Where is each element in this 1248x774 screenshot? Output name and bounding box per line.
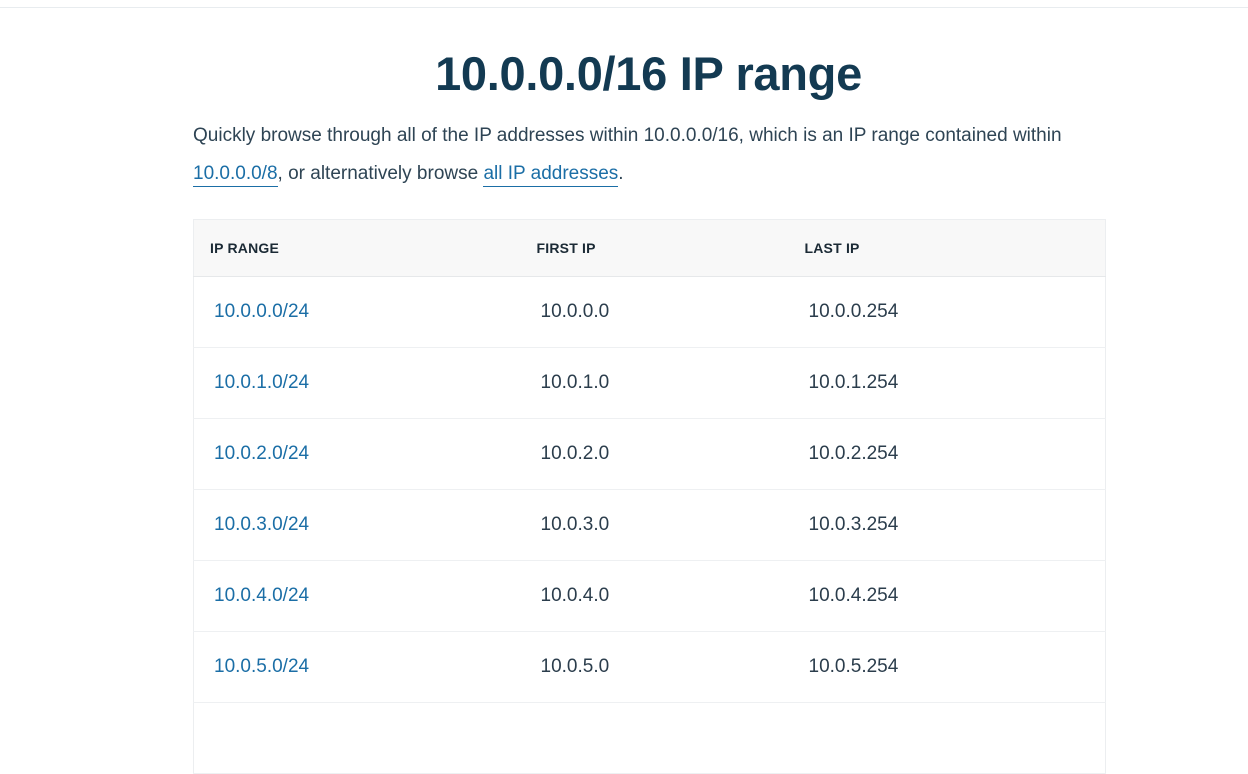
cell-range: 10.0.5.0/24	[194, 632, 521, 703]
cell-first-ip: 10.0.3.0	[540, 514, 610, 535]
cell-first-ip: 10.0.4.0	[540, 585, 610, 606]
cell-first-ip: 10.0.5.0	[540, 656, 610, 677]
table-body: 10.0.0.0/24 10.0.0.0 10.0.0.254 10.0.1.0…	[193, 277, 1106, 774]
cell-last-ip: 10.0.4.254	[808, 585, 899, 606]
range-link[interactable]: 10.0.1.0/24	[214, 372, 309, 393]
cell-first-ip: 10.0.2.0	[540, 443, 610, 464]
cell-range: 10.0.4.0/24	[194, 561, 521, 632]
cell-range: 10.0.3.0/24	[194, 490, 521, 561]
cell-last-ip: 10.0.5.254	[808, 656, 899, 677]
intro-paragraph: Quickly browse through all of the IP add…	[193, 117, 1105, 193]
cell-range: 10.0.0.0/24	[194, 277, 521, 348]
top-divider	[0, 7, 1248, 8]
cell-last-ip: 10.0.0.254	[808, 301, 899, 322]
intro-text-after: .	[618, 163, 624, 184]
table-row: 10.0.1.0/24 10.0.1.0 10.0.1.254	[193, 348, 1106, 419]
header-last-ip: LAST IP	[804, 240, 860, 256]
all-ip-addresses-link[interactable]: all IP addresses	[483, 163, 619, 187]
cell-first-ip: 10.0.0.0	[540, 301, 610, 322]
cell-first-ip: 10.0.1.0	[540, 372, 610, 393]
table-header: IP RANGE FIRST IP LAST IP	[193, 219, 1106, 277]
table-row: 10.0.5.0/24 10.0.5.0 10.0.5.254	[193, 632, 1106, 703]
range-link[interactable]: 10.0.2.0/24	[214, 443, 309, 464]
table-header-row: IP RANGE FIRST IP LAST IP	[193, 219, 1106, 277]
table-row: 10.0.0.0/24 10.0.0.0 10.0.0.254	[193, 277, 1106, 348]
cell-range: 10.0.1.0/24	[194, 348, 521, 419]
table-row-partial	[193, 703, 1106, 774]
cell-last-ip: 10.0.1.254	[808, 372, 899, 393]
intro-text-before: Quickly browse through all of the IP add…	[193, 125, 1062, 146]
cell-range	[194, 703, 521, 774]
table-row: 10.0.3.0/24 10.0.3.0 10.0.3.254	[193, 490, 1106, 561]
intro-text-middle: , or alternatively browse	[277, 163, 484, 184]
cell-last-ip: 10.0.2.254	[808, 443, 899, 464]
table-row: 10.0.4.0/24 10.0.4.0 10.0.4.254	[193, 561, 1106, 632]
range-link[interactable]: 10.0.4.0/24	[214, 585, 309, 606]
ip-range-table: IP RANGE FIRST IP LAST IP 10.0.0.0/24 10…	[193, 219, 1106, 774]
range-link[interactable]: 10.0.5.0/24	[214, 656, 309, 677]
table-row: 10.0.2.0/24 10.0.2.0 10.0.2.254	[193, 419, 1106, 490]
parent-range-link[interactable]: 10.0.0.0/8	[193, 163, 278, 187]
page-title: 10.0.0.0/16 IP range	[435, 47, 862, 100]
range-link[interactable]: 10.0.3.0/24	[214, 514, 309, 535]
cell-range: 10.0.2.0/24	[194, 419, 521, 490]
cell-last-ip	[789, 703, 1106, 774]
cell-last-ip: 10.0.3.254	[808, 514, 899, 535]
range-link[interactable]: 10.0.0.0/24	[214, 301, 309, 322]
header-first-ip: FIRST IP	[536, 240, 596, 256]
header-ip-range: IP RANGE	[210, 240, 280, 256]
cell-first-ip	[521, 703, 789, 774]
